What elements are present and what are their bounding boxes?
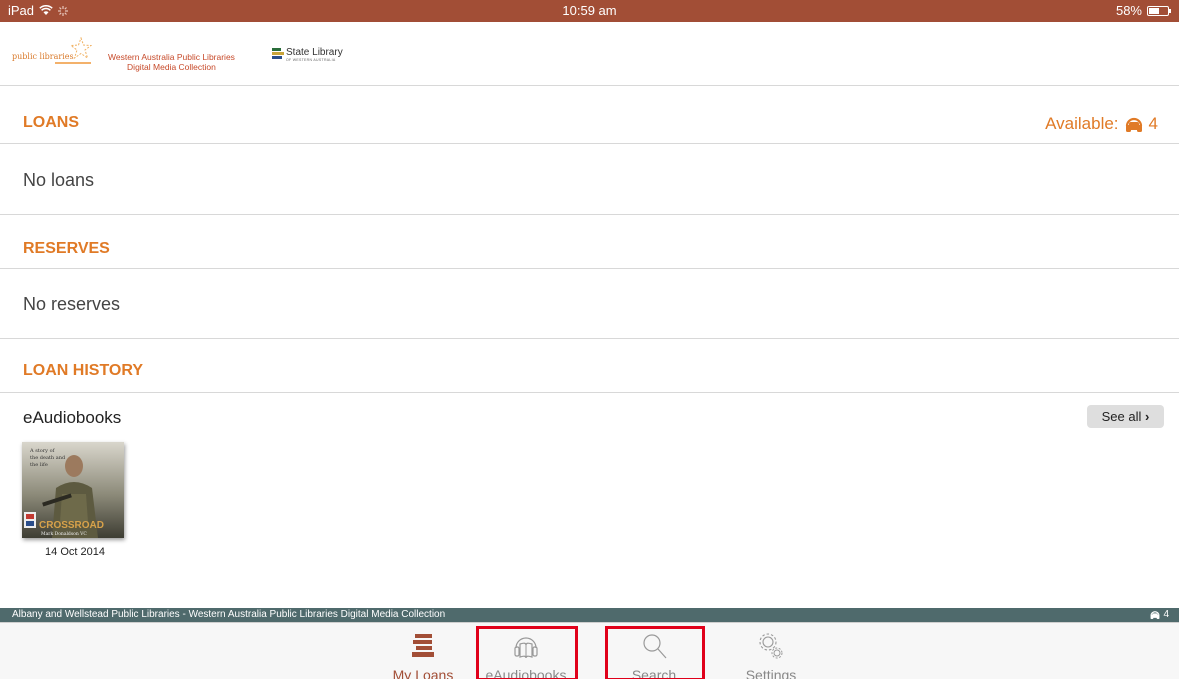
see-all-button[interactable]: See all › xyxy=(1087,405,1164,428)
state-library-flag-icon xyxy=(272,48,284,60)
banner-count-number: 4 xyxy=(1163,609,1169,620)
history-book-date: 14 Oct 2014 xyxy=(45,546,105,558)
book-cover-author: Mark Donaldson VC xyxy=(41,531,87,537)
books-stack-icon xyxy=(412,634,434,657)
svg-text:A story of: A story of xyxy=(29,448,56,454)
see-all-label: See all xyxy=(1101,409,1142,424)
library-banner-text: Albany and Wellstead Public Libraries - … xyxy=(12,609,446,620)
headphones-icon xyxy=(1125,117,1142,132)
wa-title-line2: Digital Media Collection xyxy=(127,62,216,72)
public-libraries-logo-underline xyxy=(55,62,91,64)
loan-history-section-header: LOAN HISTORY xyxy=(0,339,1179,393)
eaudiobooks-history-row: eAudiobooks See all › xyxy=(0,393,1179,441)
headphones-icon xyxy=(1150,611,1160,619)
state-library-text: State Library xyxy=(286,47,343,58)
highlight-box-eaudiobooks xyxy=(476,626,578,679)
available-label: Available: xyxy=(1045,114,1119,133)
eaudiobooks-history-label: eAudiobooks xyxy=(23,408,122,427)
loan-history-title: LOAN HISTORY xyxy=(23,362,144,379)
wa-title-line1: Western Australia Public Libraries xyxy=(108,52,235,62)
reserves-title: RESERVES xyxy=(23,240,110,257)
svg-text:the death and: the death and xyxy=(30,455,66,461)
highlight-box-search xyxy=(605,626,705,679)
battery-icon xyxy=(1147,5,1171,16)
status-time: 10:59 am xyxy=(562,3,617,18)
svg-text:the life: the life xyxy=(30,462,48,468)
loans-section-header: LOANS Available: 4 xyxy=(0,87,1179,144)
tab-my-loans[interactable]: My Loans xyxy=(373,627,473,679)
reserves-list: No reserves xyxy=(0,269,1179,339)
chevron-right-icon: › xyxy=(1145,409,1150,424)
loans-list: No loans xyxy=(0,145,1179,215)
tab-settings[interactable]: Settings xyxy=(721,627,821,679)
book-cover-title: CROSSROAD xyxy=(39,520,104,531)
reserves-section-header: RESERVES xyxy=(0,215,1179,269)
available-count: Available: 4 xyxy=(1045,114,1158,134)
library-banner: Albany and Wellstead Public Libraries - … xyxy=(0,608,1179,622)
state-library-logo: State Library OF WESTERN AUSTRALIA xyxy=(272,48,343,62)
history-book-cover[interactable]: A story of the death and the life CROSSR… xyxy=(22,442,124,538)
gears-icon xyxy=(759,633,783,659)
tab-my-loans-label: My Loans xyxy=(392,667,454,679)
battery-percent: 58% xyxy=(1115,3,1142,18)
tab-bar: My Loans eAudiobooks Search Settings xyxy=(0,622,1179,679)
loans-title: LOANS xyxy=(23,114,79,131)
app-header: public libraries Western Australia Publi… xyxy=(0,22,1179,86)
no-loans-text: No loans xyxy=(23,170,95,190)
wa-collection-title: Western Australia Public Libraries Digit… xyxy=(108,52,235,72)
no-reserves-text: No reserves xyxy=(23,294,121,314)
state-library-subtext: OF WESTERN AUSTRALIA xyxy=(286,58,336,62)
banner-loan-count: 4 xyxy=(1150,609,1169,620)
available-number: 4 xyxy=(1148,114,1158,133)
tab-settings-label: Settings xyxy=(745,667,797,679)
public-libraries-logo: public libraries xyxy=(12,52,74,61)
status-bar: iPad 10:59 am 58% xyxy=(0,0,1179,22)
book-cover-art: A story of the death and the life CROSSR… xyxy=(22,442,124,538)
